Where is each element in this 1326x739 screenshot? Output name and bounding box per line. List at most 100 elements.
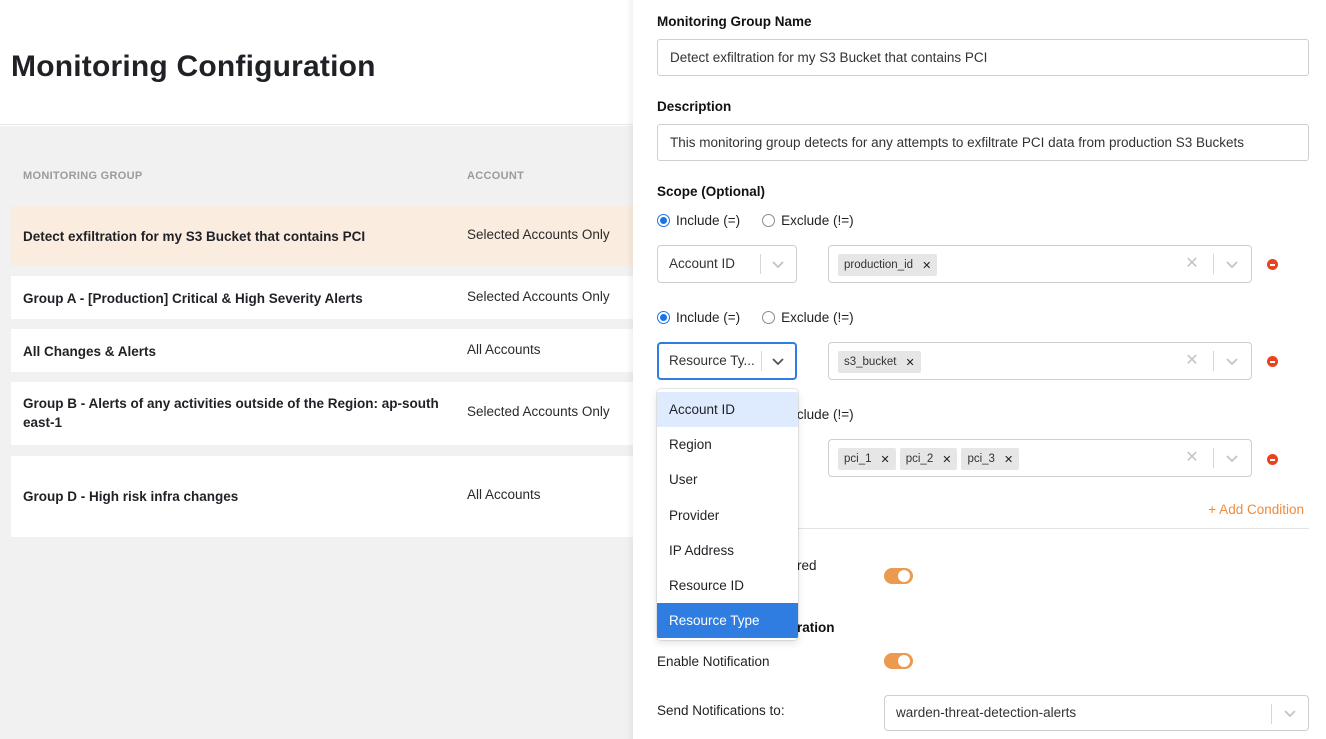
remove-condition-icon[interactable] — [1267, 454, 1278, 465]
clear-all-icon[interactable]: ✕ — [1184, 255, 1200, 273]
remove-condition-icon[interactable] — [1267, 356, 1278, 367]
dropdown-option-account-id[interactable]: Account ID — [657, 392, 798, 428]
chip-remove-icon[interactable]: ✕ — [942, 453, 951, 466]
chip-label: pci_1 — [844, 453, 872, 465]
group-name-label: Monitoring Group Name — [657, 14, 812, 29]
notification-section-label-partial: ration — [797, 620, 835, 635]
notification-channel-select[interactable]: warden-threat-detection-alerts — [884, 695, 1309, 731]
monitoring-group-name: All Changes & Alerts — [23, 344, 157, 359]
select-separator — [761, 351, 762, 371]
select-separator — [1213, 351, 1214, 371]
chevron-down-icon[interactable] — [1222, 255, 1242, 273]
toggle-label-partial: red — [797, 558, 817, 573]
value-chips: s3_bucket ✕ — [838, 351, 925, 373]
value-chip: pci_2 ✕ — [899, 448, 958, 470]
dropdown-option-provider[interactable]: Provider — [657, 498, 798, 533]
remove-condition-icon[interactable] — [1267, 259, 1278, 270]
include-radio-label: Include (=) — [676, 212, 741, 228]
exclude-radio-label: Exclude (!=) — [781, 212, 854, 228]
chip-remove-icon[interactable]: ✕ — [881, 453, 890, 466]
select-separator — [1271, 704, 1272, 724]
radio-dot-icon — [762, 310, 776, 324]
account-scope: All Accounts — [467, 487, 541, 502]
select-separator — [760, 254, 761, 274]
description-input[interactable]: This monitoring group detects for any at… — [657, 124, 1309, 161]
value-chip: s3_bucket ✕ — [838, 351, 921, 373]
monitoring-group-name: Group B - Alerts of any activities outsi… — [23, 396, 439, 430]
table-row[interactable]: Group B - Alerts of any activities outsi… — [11, 382, 640, 445]
page-header: Monitoring Configuration — [0, 0, 640, 125]
chip-label: s3_bucket — [844, 356, 897, 368]
exclude-radio-label: Exclude (!=) — [781, 309, 854, 325]
column-header-monitoring-group: MONITORING GROUP — [23, 170, 143, 182]
radio-dot-icon — [657, 213, 670, 227]
table-row[interactable]: Detect exfiltration for my S3 Bucket tha… — [11, 206, 640, 266]
chevron-down-icon[interactable] — [1222, 352, 1242, 370]
enable-notification-toggle[interactable] — [884, 653, 913, 669]
condition-1-mode: Include (=) Exclude (!=) — [657, 211, 876, 229]
condition-2-values-select[interactable]: s3_bucket ✕ ✕ — [828, 342, 1252, 380]
value-chips: pci_1 ✕ pci_2 ✕ pci_3 ✕ — [838, 448, 1023, 470]
field-dropdown-menu: Account ID Region User Provider IP Addre… — [657, 389, 798, 640]
select-separator — [1213, 254, 1214, 274]
description-label: Description — [657, 99, 732, 114]
value-chip: production_id ✕ — [838, 254, 938, 276]
monitoring-group-name: Group D - High risk infra changes — [23, 489, 239, 504]
dropdown-option-ip-address[interactable]: IP Address — [657, 533, 798, 568]
condition-2-field-select[interactable]: Resource Ty... — [657, 342, 797, 380]
account-scope: All Accounts — [467, 342, 541, 357]
feature-toggle[interactable] — [884, 568, 913, 584]
chip-remove-icon[interactable]: ✕ — [922, 259, 931, 272]
include-radio[interactable]: Include (=) — [657, 310, 740, 325]
monitoring-group-name: Group A - [Production] Critical & High S… — [23, 291, 363, 306]
table-row[interactable]: Group A - [Production] Critical & High S… — [11, 276, 640, 319]
page-title: Monitoring Configuration — [11, 50, 376, 83]
radio-dot-icon — [762, 213, 776, 227]
chip-label: production_id — [844, 259, 914, 271]
add-condition-button[interactable]: + Add Condition — [1208, 502, 1304, 517]
monitoring-table: MONITORING GROUP ACCOUNT Detect exfiltra… — [0, 126, 640, 739]
condition-1-values-select[interactable]: production_id ✕ ✕ — [828, 245, 1252, 283]
value-chips: production_id ✕ — [838, 254, 941, 276]
account-scope: Selected Accounts Only — [467, 289, 610, 304]
monitoring-group-name: Detect exfiltration for my S3 Bucket tha… — [23, 229, 366, 244]
exclude-radio[interactable]: Exclude (!=) — [762, 212, 854, 228]
value-chip: pci_1 ✕ — [838, 448, 896, 470]
column-header-account: ACCOUNT — [467, 170, 525, 182]
field-select-value: Account ID — [669, 256, 736, 271]
condition-2-mode: Include (=) Exclude (!=) — [657, 308, 876, 326]
chip-remove-icon[interactable]: ✕ — [1004, 453, 1013, 466]
dropdown-option-region[interactable]: Region — [657, 427, 798, 462]
exclude-radio[interactable]: Exclude (!=) — [762, 309, 854, 325]
condition-3-values-select[interactable]: pci_1 ✕ pci_2 ✕ pci_3 ✕ ✕ — [828, 439, 1252, 477]
include-radio[interactable]: Include (=) — [657, 213, 740, 228]
clear-all-icon[interactable]: ✕ — [1184, 352, 1200, 370]
include-radio-label: Include (=) — [676, 309, 741, 325]
chevron-down-icon[interactable] — [768, 255, 788, 273]
scope-label: Scope (Optional) — [657, 184, 765, 199]
table-row[interactable]: Group D - High risk infra changes All Ac… — [11, 456, 640, 537]
enable-notification-label: Enable Notification — [657, 654, 770, 669]
dropdown-option-resource-type[interactable]: Resource Type — [657, 603, 798, 639]
chip-label: pci_3 — [967, 453, 995, 465]
field-select-value: Resource Ty... — [669, 353, 755, 368]
notification-channel-value: warden-threat-detection-alerts — [896, 705, 1077, 720]
chevron-down-icon[interactable] — [1280, 704, 1300, 722]
send-notifications-label: Send Notifications to: — [657, 703, 785, 718]
dropdown-option-user[interactable]: User — [657, 462, 798, 497]
chip-label: pci_2 — [905, 453, 934, 465]
chevron-down-icon[interactable] — [1222, 449, 1242, 467]
group-name-input[interactable]: Detect exfiltration for my S3 Bucket tha… — [657, 39, 1309, 76]
chevron-down-icon[interactable] — [768, 352, 788, 370]
chip-remove-icon[interactable]: ✕ — [905, 356, 914, 369]
select-separator — [1213, 448, 1214, 468]
clear-all-icon[interactable]: ✕ — [1184, 449, 1200, 467]
monitoring-list-page: Monitoring Configuration MONITORING GROU… — [0, 0, 640, 739]
account-scope: Selected Accounts Only — [467, 227, 610, 242]
table-row[interactable]: All Changes & Alerts All Accounts — [11, 329, 640, 372]
dropdown-option-resource-id[interactable]: Resource ID — [657, 568, 798, 603]
account-scope: Selected Accounts Only — [467, 404, 610, 419]
radio-dot-icon — [657, 310, 670, 324]
value-chip: pci_3 ✕ — [961, 448, 1020, 470]
condition-1-field-select[interactable]: Account ID — [657, 245, 797, 283]
